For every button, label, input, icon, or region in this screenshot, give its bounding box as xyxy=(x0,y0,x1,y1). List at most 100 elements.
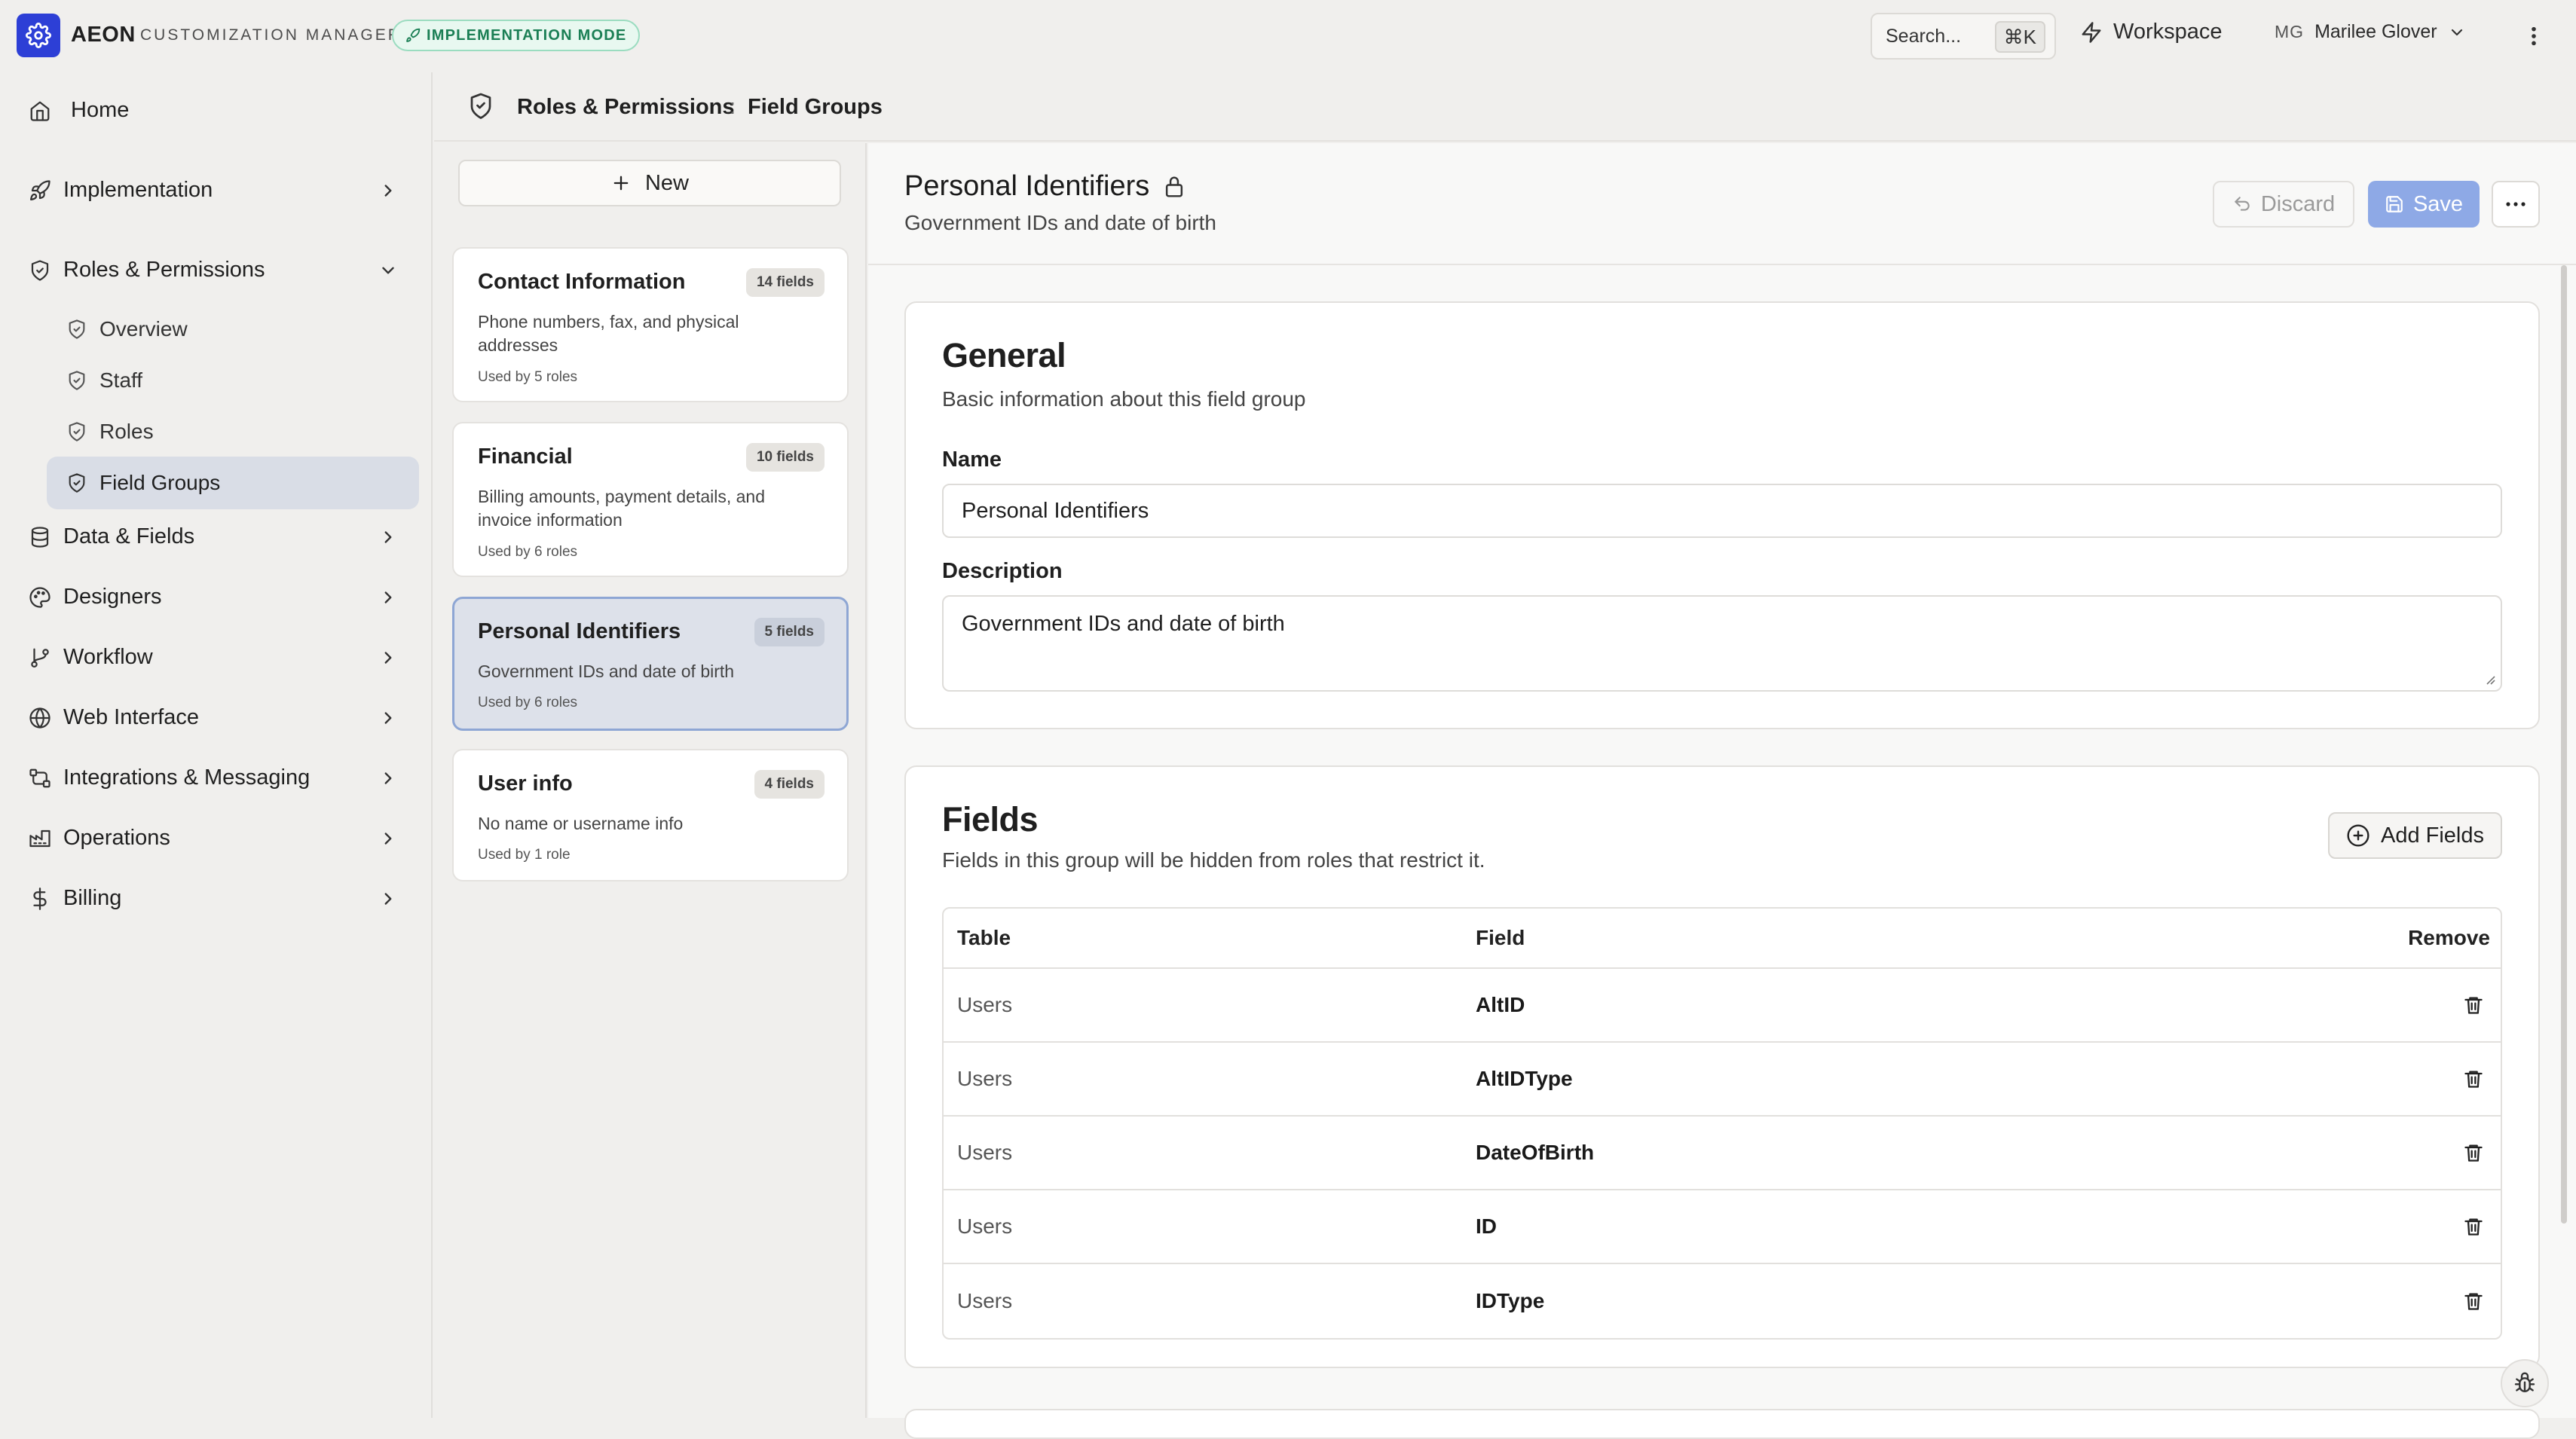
add-fields-button[interactable]: Add Fields xyxy=(2327,812,2502,859)
workspace-label: Workspace xyxy=(2113,20,2223,44)
column-header-remove: Remove xyxy=(2408,926,2490,949)
sidebar-item-home[interactable]: Home xyxy=(29,98,129,123)
sidebar-item-data-fields[interactable]: Data & Fields xyxy=(29,524,194,549)
card-title: User info xyxy=(478,771,573,796)
dollar-icon xyxy=(33,887,47,910)
search-shortcut-kbd: ⌘K xyxy=(1994,21,2045,53)
trash-icon[interactable] xyxy=(2463,994,2484,1016)
sidebar-item-field-groups[interactable]: Field Groups xyxy=(47,457,419,509)
more-horizontal-icon xyxy=(2506,202,2526,206)
table-row: Users IDType xyxy=(944,1264,2501,1338)
bug-report-button[interactable] xyxy=(2501,1359,2549,1407)
sidebar-item-roles[interactable]: Roles xyxy=(47,405,419,458)
general-subtitle: Basic information about this field group xyxy=(942,387,1306,411)
table-row: Users AltID xyxy=(944,969,2501,1043)
avatar: MG xyxy=(2275,22,2305,41)
shield-icon xyxy=(470,93,491,119)
list-item[interactable]: Financial 10 fields Billing amounts, pay… xyxy=(452,422,849,577)
cell-table: Users xyxy=(957,1141,1013,1164)
header-divider xyxy=(868,264,2576,265)
description-field[interactable]: Government IDs and date of birth xyxy=(942,595,2502,692)
name-field[interactable]: Personal Identifiers xyxy=(942,484,2502,538)
sidebar-item-web-interface[interactable]: Web Interface xyxy=(29,705,199,730)
table-row: Users ID xyxy=(944,1190,2501,1264)
sidebar-item-label: Billing xyxy=(63,886,122,910)
cell-table: Users xyxy=(957,1067,1013,1090)
sidebar-item-overview[interactable]: Overview xyxy=(47,303,419,356)
trash-icon[interactable] xyxy=(2463,1291,2484,1312)
workspace-button[interactable]: Workspace xyxy=(2080,20,2223,44)
breadcrumb-parent[interactable]: Roles & Permissions xyxy=(517,95,735,120)
table-row: Users AltIDType xyxy=(944,1043,2501,1117)
discard-button[interactable]: Discard xyxy=(2213,181,2354,228)
implementation-mode-badge: IMPLEMENTATION MODE xyxy=(392,20,641,51)
general-title: General xyxy=(942,336,1066,374)
discard-label: Discard xyxy=(2260,191,2336,216)
sidebar-item-billing[interactable]: Billing xyxy=(29,886,121,911)
undo-icon xyxy=(2235,197,2250,211)
card-used-by: Used by 6 roles xyxy=(478,544,578,560)
chevron-down-icon xyxy=(2451,29,2462,35)
detail-subtitle: Government IDs and date of birth xyxy=(904,211,1216,234)
next-panel xyxy=(904,1409,2540,1439)
chevron-right-icon xyxy=(384,772,392,784)
cell-field: AltIDType xyxy=(1476,1067,1573,1090)
table-header-row: Table Field Remove xyxy=(944,909,2501,969)
sidebar-sub-label: Roles xyxy=(99,420,154,443)
fields-subtitle: Fields in this group will be hidden from… xyxy=(942,848,1485,872)
sidebar-item-implementation[interactable]: Implementation xyxy=(29,178,213,203)
user-name: Marilee Glover xyxy=(2314,21,2437,42)
rocket-icon xyxy=(30,179,50,200)
sidebar-item-label: Operations xyxy=(63,826,170,850)
sidebar-item-roles-permissions[interactable]: Roles & Permissions xyxy=(29,258,265,283)
app-logo-gear-icon[interactable] xyxy=(17,14,60,57)
chevron-right-icon xyxy=(384,652,392,664)
field-group-list: New Contact Information 14 fields Phone … xyxy=(434,143,867,1418)
sidebar-sub-label: Field Groups xyxy=(99,471,221,494)
cell-field: DateOfBirth xyxy=(1476,1141,1595,1164)
sidebar-sub-label: Staff xyxy=(99,368,143,392)
chevron-right-icon xyxy=(384,712,392,724)
resize-handle-icon[interactable] xyxy=(2483,672,2496,686)
breadcrumb-current: Field Groups xyxy=(748,95,883,119)
search-input[interactable]: Search... ⌘K xyxy=(1871,13,2056,60)
more-vertical-icon[interactable] xyxy=(2523,23,2544,50)
detail-pane: Personal Identifiers Government IDs and … xyxy=(868,143,2576,1439)
save-label: Save xyxy=(2412,191,2464,216)
card-used-by: Used by 1 role xyxy=(478,847,571,863)
cell-field: ID xyxy=(1476,1214,1497,1238)
user-menu[interactable]: MG Marilee Glover xyxy=(2275,21,2466,43)
card-used-by: Used by 6 roles xyxy=(478,695,578,710)
sidebar-item-operations[interactable]: Operations xyxy=(29,826,170,851)
trash-icon[interactable] xyxy=(2463,1216,2484,1237)
scrollbar[interactable] xyxy=(2561,265,2567,1224)
list-item-selected[interactable]: Personal Identifiers 5 fields Government… xyxy=(452,597,849,731)
general-panel: General Basic information about this fie… xyxy=(904,301,2540,729)
list-item[interactable]: User info 4 fields No name or username i… xyxy=(452,749,849,881)
shield-icon xyxy=(69,473,85,493)
sidebar: Home Implementation Roles & Permissions … xyxy=(0,72,433,1418)
sidebar-item-workflow[interactable]: Workflow xyxy=(29,645,153,670)
card-title: Financial xyxy=(478,445,573,469)
description-value: Government IDs and date of birth xyxy=(962,612,1285,636)
name-label: Name xyxy=(942,448,1002,472)
sidebar-item-staff[interactable]: Staff xyxy=(47,354,419,407)
list-item[interactable]: Contact Information 14 fields Phone numb… xyxy=(452,247,849,402)
home-icon xyxy=(30,101,50,121)
plus-icon xyxy=(613,176,629,191)
save-button[interactable]: Save xyxy=(2368,181,2480,228)
shield-icon xyxy=(69,371,85,390)
more-options-button[interactable] xyxy=(2492,181,2540,228)
sidebar-item-label: Workflow xyxy=(63,645,153,669)
trash-icon[interactable] xyxy=(2463,1068,2484,1089)
sidebar-item-integrations-messaging[interactable]: Integrations & Messaging xyxy=(29,765,310,790)
trash-icon[interactable] xyxy=(2463,1142,2484,1163)
sidebar-item-designers[interactable]: Designers xyxy=(29,585,162,610)
table-row: Users DateOfBirth xyxy=(944,1117,2501,1190)
lock-icon xyxy=(1166,176,1183,197)
database-icon xyxy=(31,526,49,548)
sidebar-item-label: Integrations & Messaging xyxy=(63,765,311,790)
new-button[interactable]: New xyxy=(458,160,841,206)
sidebar-sub-label: Overview xyxy=(99,317,188,341)
card-title: Contact Information xyxy=(478,270,686,294)
